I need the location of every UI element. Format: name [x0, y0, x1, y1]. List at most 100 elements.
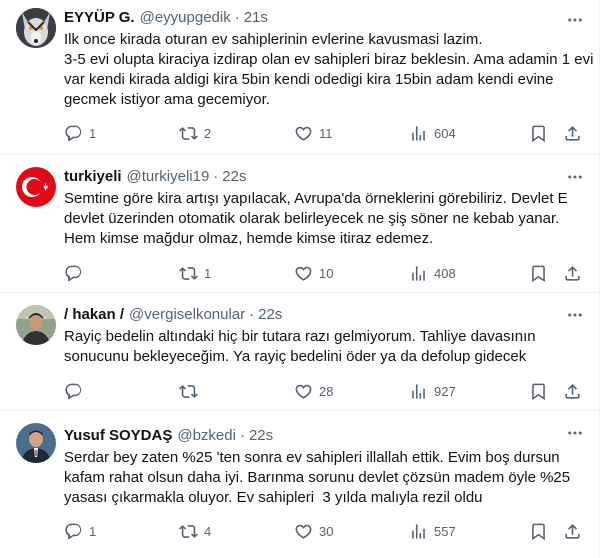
- share-button[interactable]: [563, 264, 583, 283]
- views-chart-icon: [412, 523, 425, 539]
- avatar[interactable]: [16, 8, 56, 48]
- retweet-count: 1: [204, 265, 212, 281]
- bookmark-icon: [532, 125, 545, 142]
- like-button[interactable]: 28: [294, 382, 409, 401]
- display-name[interactable]: EYYÜP G.: [64, 9, 135, 26]
- share-button[interactable]: [563, 382, 583, 401]
- tweet-header: EYYÜP G. @eyyupgedik · 21s: [64, 6, 583, 28]
- like-count: 28: [319, 383, 334, 399]
- like-count: 11: [319, 125, 333, 141]
- user-handle[interactable]: @eyyupgedik: [140, 9, 231, 26]
- tweet-header: Yusuf SOYDAŞ @bzkedi · 22s: [64, 424, 583, 446]
- tweet-actions: 1 2 11 604: [64, 123, 599, 143]
- like-count: 10: [319, 265, 334, 281]
- reply-button[interactable]: 1: [64, 522, 179, 541]
- retweet-icon: [179, 126, 198, 140]
- reply-button[interactable]: 1: [64, 124, 179, 143]
- heart-icon: [295, 384, 312, 399]
- retweet-button[interactable]: 4: [179, 522, 294, 541]
- views-button[interactable]: 557: [409, 522, 529, 541]
- tweet-actions: 1 4 30 557: [64, 521, 599, 541]
- share-icon: [565, 523, 580, 539]
- views-chart-icon: [412, 265, 425, 281]
- views-button[interactable]: 408: [409, 264, 529, 283]
- share-icon: [565, 383, 580, 399]
- heart-icon: [295, 266, 312, 281]
- bookmark-icon: [532, 383, 545, 400]
- reply-count: 1: [89, 125, 97, 141]
- share-button[interactable]: [563, 522, 583, 541]
- avatar[interactable]: [16, 305, 56, 345]
- like-count: 30: [319, 523, 334, 539]
- separator-dot: ·: [234, 8, 240, 26]
- user-handle[interactable]: @turkiyeli19: [127, 168, 210, 185]
- tweet-time[interactable]: 22s: [258, 306, 282, 323]
- more-options-icon[interactable]: [565, 10, 585, 30]
- view-count: 927: [434, 383, 456, 399]
- avatar[interactable]: [16, 167, 56, 207]
- display-name[interactable]: turkiyeli: [64, 168, 122, 185]
- reply-button[interactable]: [64, 264, 179, 283]
- tweet-text: Serdar bey zaten %25 'ten sonra ev sahip…: [64, 449, 575, 506]
- share-button[interactable]: [563, 124, 583, 143]
- tweet-actions: 1 10 408: [64, 263, 599, 283]
- retweet-icon: [179, 384, 198, 398]
- tweet-text: Ilk once kirada oturan ev sahiplerinin e…: [64, 31, 594, 108]
- views-button[interactable]: 604: [409, 124, 529, 143]
- timeline-feed: EYYÜP G. @eyyupgedik · 21s Ilk once kira…: [0, 0, 600, 558]
- more-options-icon[interactable]: [565, 423, 585, 443]
- tweet[interactable]: / hakan / @vergiselkonular · 22s Rayiç b…: [0, 293, 599, 411]
- user-handle[interactable]: @vergiselkonular: [129, 306, 245, 323]
- view-count: 604: [434, 125, 456, 141]
- retweet-icon: [179, 524, 198, 538]
- display-name[interactable]: / hakan /: [64, 306, 124, 323]
- bookmark-button[interactable]: [529, 522, 563, 541]
- views-chart-icon: [412, 125, 425, 141]
- like-button[interactable]: 30: [294, 522, 409, 541]
- share-icon: [565, 265, 580, 281]
- tweet[interactable]: EYYÜP G. @eyyupgedik · 21s Ilk once kira…: [0, 0, 599, 155]
- bookmark-button[interactable]: [529, 124, 563, 143]
- tweet-text: Rayiç bedelin altındaki hiç bir tutara r…: [64, 328, 540, 365]
- tweet-actions: 28 927: [64, 381, 599, 401]
- heart-icon: [295, 524, 312, 539]
- user-handle[interactable]: @bzkedi: [177, 427, 236, 444]
- tweet[interactable]: turkiyeli @turkiyeli19 · 22s Semtine gör…: [0, 155, 599, 293]
- separator-dot: ·: [249, 305, 255, 323]
- reply-icon: [65, 383, 82, 399]
- reply-count: 1: [89, 523, 97, 539]
- heart-icon: [295, 126, 312, 141]
- retweet-count: 2: [204, 125, 212, 141]
- retweet-button[interactable]: 1: [179, 264, 294, 283]
- retweet-icon: [179, 266, 198, 280]
- retweet-button[interactable]: 2: [179, 124, 294, 143]
- reply-icon: [65, 265, 82, 281]
- tweet-header: / hakan / @vergiselkonular · 22s: [64, 303, 583, 325]
- tweet-text: Semtine göre kira artışı yapılacak, Avru…: [64, 190, 572, 247]
- reply-icon: [65, 523, 82, 539]
- tweet-time[interactable]: 22s: [249, 427, 273, 444]
- view-count: 557: [434, 523, 456, 539]
- tweet-time[interactable]: 22s: [222, 168, 246, 185]
- tweet[interactable]: Yusuf SOYDAŞ @bzkedi · 22s Serdar bey za…: [0, 411, 599, 558]
- separator-dot: ·: [239, 426, 245, 444]
- tweet-header: turkiyeli @turkiyeli19 · 22s: [64, 165, 583, 187]
- retweet-count: 4: [204, 523, 212, 539]
- more-options-icon[interactable]: [565, 305, 585, 325]
- like-button[interactable]: 10: [294, 264, 409, 283]
- bookmark-button[interactable]: [529, 264, 563, 283]
- display-name[interactable]: Yusuf SOYDAŞ: [64, 427, 172, 444]
- tweet-time[interactable]: 21s: [244, 9, 268, 26]
- views-button[interactable]: 927: [409, 382, 529, 401]
- retweet-button[interactable]: [179, 382, 294, 401]
- more-options-icon[interactable]: [565, 167, 585, 187]
- reply-icon: [65, 125, 82, 141]
- like-button[interactable]: 11: [294, 124, 409, 143]
- separator-dot: ·: [213, 167, 219, 185]
- bookmark-icon: [532, 523, 545, 540]
- share-icon: [565, 125, 580, 141]
- bookmark-button[interactable]: [529, 382, 563, 401]
- avatar[interactable]: [16, 423, 56, 463]
- views-chart-icon: [412, 383, 425, 399]
- reply-button[interactable]: [64, 382, 179, 401]
